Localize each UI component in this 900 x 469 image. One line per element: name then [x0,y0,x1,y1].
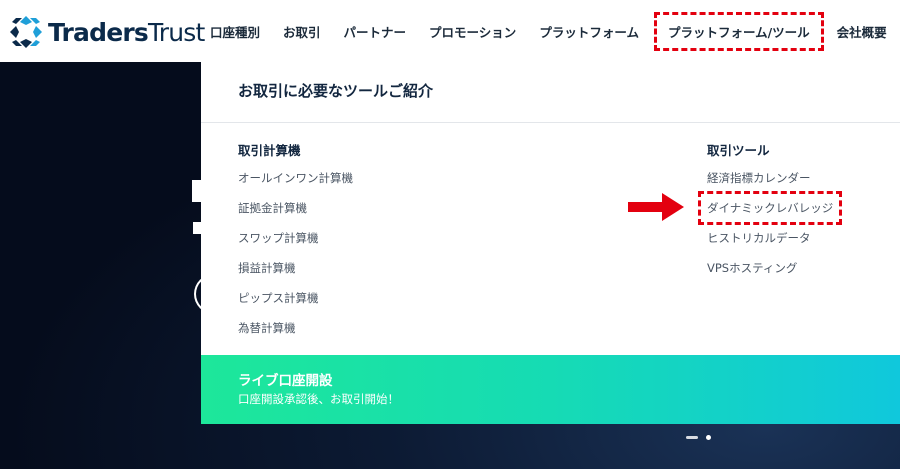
calculators-column: 取引計算機 オールインワン計算機 証拠金計算機 スワップ計算機 損益計算機 ピッ… [238,140,353,350]
link-dynamic-leverage[interactable]: ダイナミックレバレッジ [697,191,843,225]
nav-item-trading[interactable]: お取引 [283,22,321,41]
logo-text-bold: Traders [48,17,149,47]
main-nav: 口座種別 お取引 パートナー プロモーション プラットフォーム プラットフォーム… [210,0,900,62]
live-account-cta[interactable]: ライブ口座開設 口座開設承認後、お取引開始！ [201,355,900,424]
logo-text-light: Trust [147,17,205,47]
hero-text-fragment [193,222,201,234]
carousel-indicator-active[interactable] [686,436,698,439]
nav-item-account-types[interactable]: 口座種別 [210,22,260,41]
link-all-in-one-calculator[interactable]: オールインワン計算機 [238,170,353,186]
cta-subtitle: 口座開設承認後、お取引開始！ [238,392,399,406]
carousel-indicators [686,435,711,440]
red-arrow-icon [628,193,684,221]
nav-item-promotions[interactable]: プロモーション [429,22,516,41]
column-heading: 取引ツール [707,143,770,158]
trading-tools-column: 取引ツール 経済指標カレンダー ダイナミックレバレッジ ヒストリカルデータ VP… [697,140,843,290]
nav-item-platforms[interactable]: プラットフォーム [539,22,639,41]
link-economic-calendar[interactable]: 経済指標カレンダー [707,170,833,186]
link-historical-data[interactable]: ヒストリカルデータ [707,230,833,246]
mega-menu-dropdown: お取引に必要なツールご紹介 取引計算機 オールインワン計算機 証拠金計算機 スワ… [201,62,900,424]
nav-item-platforms-tools[interactable]: プラットフォーム/ツール [653,11,824,51]
link-pips-calculator[interactable]: ピップス計算機 [238,290,353,306]
mega-menu-title: お取引に必要なツールご紹介 [238,82,434,100]
link-currency-calculator[interactable]: 為替計算機 [238,320,353,336]
carousel-indicator[interactable] [706,435,711,440]
logo-text: TradersTrust [48,18,205,47]
column-heading: 取引計算機 [238,143,301,158]
link-margin-calculator[interactable]: 証拠金計算機 [238,200,353,216]
nav-item-company[interactable]: 会社概要 [837,22,887,41]
traders-trust-logo-icon [10,16,42,48]
link-profit-loss-calculator[interactable]: 損益計算機 [238,260,353,276]
link-vps-hosting[interactable]: VPSホスティング [707,260,833,276]
cta-title: ライブ口座開設 [238,373,333,389]
divider [201,122,900,123]
site-header: TradersTrust 口座種別 お取引 パートナー プロモーション プラット… [0,0,900,62]
link-swap-calculator[interactable]: スワップ計算機 [238,230,353,246]
logo[interactable]: TradersTrust [8,14,205,50]
nav-item-partners[interactable]: パートナー [344,22,407,41]
